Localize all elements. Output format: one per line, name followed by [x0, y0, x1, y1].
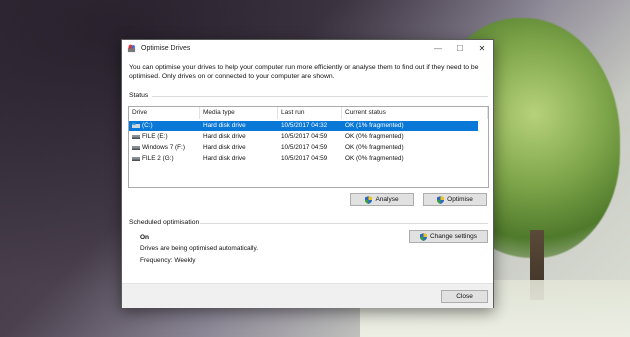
- close-button[interactable]: Close: [441, 290, 488, 303]
- optimise-button[interactable]: Optimise: [423, 193, 487, 206]
- window-title: Optimise Drives: [141, 44, 191, 52]
- hard-drive-icon: [132, 145, 140, 150]
- maximize-icon: ☐: [456, 43, 464, 53]
- drive-name: Windows 7 (F:): [142, 144, 185, 151]
- close-label: Close: [456, 293, 473, 300]
- current-status-cell: OK (1% fragmented): [345, 122, 404, 129]
- hard-drive-icon: [132, 156, 140, 161]
- last-run-cell: 10/5/2017 04:59: [281, 155, 328, 162]
- uac-shield-icon: [420, 232, 427, 241]
- uac-shield-icon: [437, 195, 445, 204]
- drive-cell: Windows 7 (F:): [129, 143, 200, 153]
- minimize-icon: —: [434, 43, 442, 53]
- schedule-state: On: [140, 234, 150, 241]
- media-type-cell: Hard disk drive: [203, 155, 246, 162]
- current-status-cell: OK (0% fragmented): [345, 133, 404, 140]
- scheduled-group-label: Scheduled optimisation: [129, 219, 200, 226]
- drives-list[interactable]: Drive Media type Last run Current status…: [128, 106, 489, 188]
- column-header-last-run[interactable]: Last run: [278, 107, 342, 119]
- status-group-label: Status: [129, 92, 149, 99]
- drive-cell: FILE (E:): [129, 132, 200, 142]
- media-type-cell: Hard disk drive: [203, 144, 246, 151]
- column-header-drive[interactable]: Drive: [129, 107, 200, 119]
- drive-row-e[interactable]: FILE (E:) Hard disk drive 10/5/2017 04:5…: [129, 132, 478, 142]
- drive-cell: FILE 2 (G:): [129, 154, 200, 164]
- windows-drive-icon: [132, 122, 140, 128]
- drive-row-c[interactable]: (C:) Hard disk drive 10/5/2017 04:32 OK …: [129, 121, 478, 131]
- analyse-label: Analyse: [375, 196, 399, 203]
- last-run-cell: 10/5/2017 04:32: [281, 122, 328, 129]
- optimise-drives-window: Optimise Drives — ☐ ✕ You can optimise y…: [121, 39, 494, 308]
- optimise-label: Optimise: [447, 196, 473, 203]
- caption-buttons: — ☐ ✕: [427, 40, 493, 56]
- last-run-cell: 10/5/2017 04:59: [281, 144, 328, 151]
- column-header-current-status[interactable]: Current status: [342, 107, 488, 119]
- minimize-button[interactable]: —: [427, 40, 449, 56]
- change-settings-button[interactable]: Change settings: [409, 230, 488, 243]
- media-type-cell: Hard disk drive: [203, 133, 246, 140]
- change-settings-label: Change settings: [430, 233, 477, 240]
- current-status-cell: OK (0% fragmented): [345, 144, 404, 151]
- close-icon: ✕: [478, 43, 486, 53]
- drive-name: FILE 2 (G:): [142, 155, 174, 162]
- drive-row-f[interactable]: Windows 7 (F:) Hard disk drive 10/5/2017…: [129, 143, 478, 153]
- analyse-button[interactable]: Analyse: [350, 193, 414, 206]
- description-text: You can optimise your drives to help you…: [129, 64, 479, 80]
- schedule-frequency: Frequency: Weekly: [140, 257, 196, 264]
- drive-name: (C:): [142, 122, 153, 129]
- status-divider: [152, 96, 488, 97]
- hard-drive-icon: [132, 134, 140, 139]
- drive-cell: (C:): [129, 121, 200, 131]
- last-run-cell: 10/5/2017 04:59: [281, 133, 328, 140]
- defrag-app-icon: [127, 44, 136, 52]
- column-header-media-type[interactable]: Media type: [200, 107, 278, 119]
- uac-shield-icon: [365, 195, 373, 204]
- current-status-cell: OK (0% fragmented): [345, 155, 404, 162]
- schedule-detail: Drives are being optimised automatically…: [140, 245, 259, 252]
- maximize-button[interactable]: ☐: [449, 40, 471, 56]
- drives-list-header: Drive Media type Last run Current status: [129, 107, 488, 119]
- media-type-cell: Hard disk drive: [203, 122, 246, 129]
- close-window-button[interactable]: ✕: [471, 40, 493, 56]
- scheduled-divider: [200, 223, 488, 224]
- footer-bar: Close: [122, 283, 493, 308]
- title-bar[interactable]: Optimise Drives — ☐ ✕: [122, 40, 493, 56]
- drive-name: FILE (E:): [142, 133, 168, 140]
- drive-row-g[interactable]: FILE 2 (G:) Hard disk drive 10/5/2017 04…: [129, 154, 478, 164]
